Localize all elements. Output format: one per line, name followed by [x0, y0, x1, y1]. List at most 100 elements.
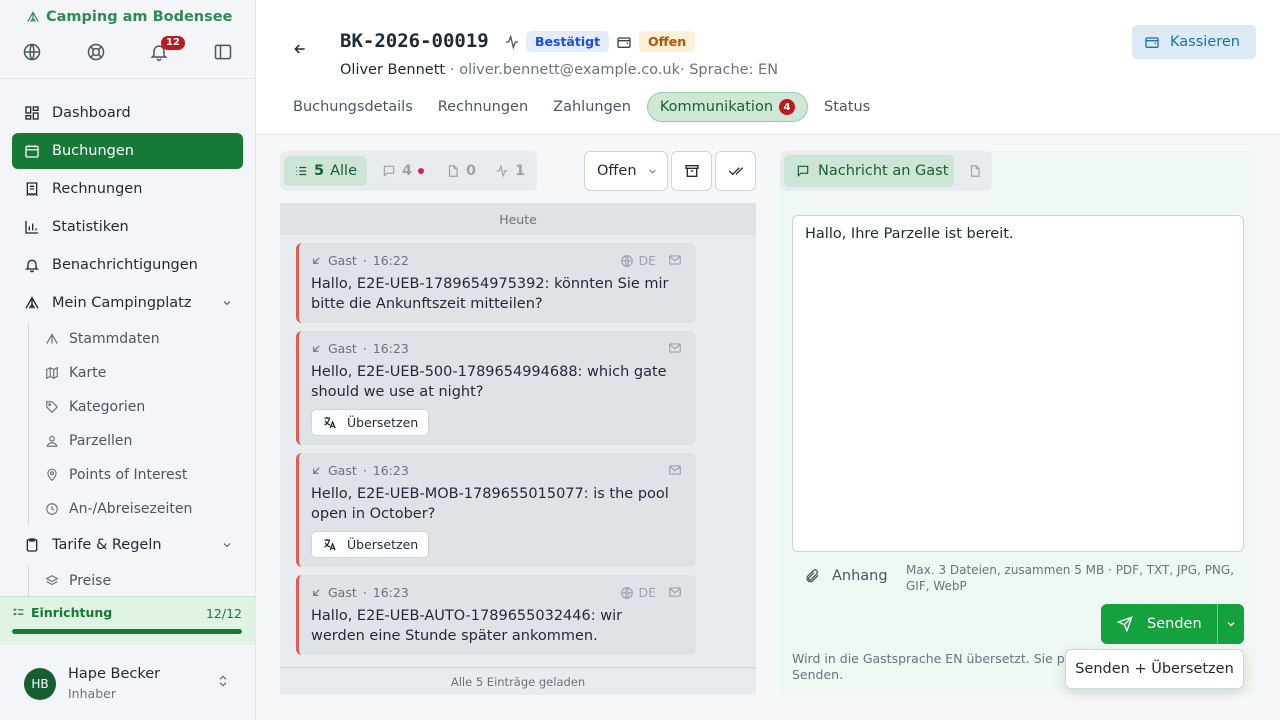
message-time: 16:23: [372, 463, 409, 478]
subnav-karte[interactable]: Karte: [29, 357, 243, 389]
incoming-arrow-icon: [311, 343, 322, 354]
activity-icon: [495, 164, 509, 178]
booking-header: BK-2026-00019 Bestätigt Offen Oliver Ben…: [256, 0, 1280, 135]
composer-tab-document[interactable]: [961, 155, 988, 187]
message-card[interactable]: Gast · 16:22 DE Hallo, E2E-UEB-1789654975…: [296, 243, 696, 323]
send-button-group: Senden: [1101, 604, 1244, 644]
subnav-label: An-/Abreisezeiten: [69, 501, 193, 517]
send-options-toggle[interactable]: [1217, 604, 1244, 644]
send-button[interactable]: Senden: [1101, 604, 1216, 644]
message-language: DE: [620, 253, 656, 268]
filter-all-count: 5: [314, 163, 325, 179]
message-textarea[interactable]: Hallo, Ihre Parzelle ist bereit.: [792, 215, 1244, 552]
message-card[interactable]: Gast · 16:23 Hello, E2E-UEB-500-178965499…: [296, 331, 696, 445]
receipt-icon: [24, 181, 40, 197]
message-meta: Gast · 16:22: [311, 253, 409, 268]
message-feed[interactable]: Heute Gast · 16:22 DE Hallo, E2E-UEB-1789…: [280, 203, 756, 695]
mark-all-read-button[interactable]: [715, 151, 756, 191]
filter-events[interactable]: 1: [485, 156, 535, 186]
attach-button[interactable]: Anhang: [804, 568, 888, 584]
archive-button[interactable]: [671, 151, 712, 191]
filter-messages-count: 4: [402, 163, 413, 179]
kassieren-button[interactable]: Kassieren: [1132, 25, 1256, 59]
nav-rechnungen[interactable]: Rechnungen: [12, 171, 243, 207]
map-icon: [45, 366, 59, 380]
nav-buchungen[interactable]: Buchungen: [12, 133, 243, 169]
subnav-label: Preise: [69, 573, 112, 589]
filter-messages[interactable]: 4: [372, 156, 434, 186]
user-menu[interactable]: HB Hape Becker Inhaber: [0, 643, 255, 720]
avatar: HB: [24, 668, 56, 700]
translate-label: Übersetzen: [347, 537, 419, 552]
unread-dot: [418, 168, 425, 174]
subnav-kategorien[interactable]: Kategorien: [29, 391, 243, 423]
translate-icon: [322, 415, 337, 430]
message-icon: [382, 164, 396, 178]
nav-label: Dashboard: [52, 105, 131, 121]
archive-icon: [684, 163, 700, 179]
dot-separator: ·: [362, 341, 367, 356]
message-sender: Gast: [328, 585, 357, 600]
message-card[interactable]: Gast · 16:23 DE Hallo, E2E-UEB-AUTO-17896…: [296, 575, 696, 655]
message-card[interactable]: Gast · 16:23 Hello, E2E-UEB-MOB-178965501…: [296, 453, 696, 567]
file-icon: [968, 164, 982, 178]
subnav-an-abreisezeiten[interactable]: An-/Abreisezeiten: [29, 493, 243, 525]
globe-icon[interactable]: [14, 34, 50, 70]
back-arrow-icon[interactable]: [292, 41, 308, 57]
subnav-points-of-interest[interactable]: Points of Interest: [29, 459, 243, 491]
calendar-icon: [24, 143, 40, 159]
tab-status[interactable]: Status: [815, 92, 879, 122]
campingplatz-subnav: Stammdaten Karte Kategorien Parzellen Po…: [28, 323, 243, 525]
translation-hint-line-1: Wird in die Gastsprache EN übersetzt. Si…: [792, 651, 1078, 666]
composer-tab-label: Nachricht an Gast: [818, 163, 949, 179]
nav-benachrichtigungen[interactable]: Benachrichtigungen: [12, 247, 243, 283]
nav-tarife-regeln[interactable]: Tarife & Regeln: [12, 527, 243, 563]
tab-rechnungen[interactable]: Rechnungen: [429, 92, 537, 122]
nav-statistiken[interactable]: Statistiken: [12, 209, 243, 245]
filter-all[interactable]: 5 Alle: [284, 156, 367, 186]
brand[interactable]: Camping am Bodensee: [26, 9, 232, 25]
subnav-label: Points of Interest: [69, 467, 188, 483]
message-language: DE: [620, 585, 656, 600]
guest-email[interactable]: · oliver.bennett@example.co.uk: [450, 62, 680, 78]
translate-button[interactable]: Übersetzen: [311, 531, 430, 558]
kassieren-label: Kassieren: [1170, 34, 1240, 50]
subnav-preise[interactable]: Preise: [29, 565, 243, 597]
main-nav: Dashboard Buchungen Rechnungen Statistik…: [12, 95, 243, 599]
payment-status-badge: Offen: [639, 31, 696, 52]
send-translate-menu-item[interactable]: Senden + Übersetzen: [1065, 649, 1244, 689]
status-filter-select[interactable]: Offen: [584, 151, 668, 191]
nav-mein-campingplatz[interactable]: Mein Campingplatz: [12, 285, 243, 321]
setup-progress-fill: [12, 629, 242, 634]
translation-hint-line-2: Senden.: [792, 667, 844, 682]
tag-icon: [45, 400, 59, 414]
bell-icon[interactable]: 12: [141, 34, 185, 70]
attach-label: Anhang: [832, 568, 888, 584]
setup-label: Einrichtung: [31, 605, 113, 620]
sidebar-toggle-icon[interactable]: [205, 34, 241, 70]
feed-filter-bar: 5 Alle 4 0 1: [280, 151, 537, 191]
subnav-stammdaten[interactable]: Stammdaten: [29, 323, 243, 355]
mail-icon: [668, 341, 682, 355]
tab-zahlungen[interactable]: Zahlungen: [544, 92, 640, 122]
tab-buchungsdetails[interactable]: Buchungsdetails: [284, 92, 422, 122]
setup-progress[interactable]: Einrichtung 12/12: [0, 596, 255, 642]
tab-kommunikation[interactable]: Kommunikation 4: [646, 92, 809, 122]
brand-name: Camping am Bodensee: [46, 9, 233, 25]
dot-separator: ·: [362, 253, 367, 268]
help-lifebuoy-icon[interactable]: [78, 34, 114, 70]
nav-label: Tarife & Regeln: [52, 537, 162, 553]
subnav-parzellen[interactable]: Parzellen: [29, 425, 243, 457]
composer-tab-message[interactable]: Nachricht an Gast: [784, 155, 954, 187]
nav-label: Buchungen: [52, 143, 134, 159]
nav-dashboard[interactable]: Dashboard: [12, 95, 243, 131]
tab-label: Rechnungen: [437, 99, 529, 115]
translate-icon: [322, 537, 337, 552]
filter-documents[interactable]: 0: [436, 156, 486, 186]
translate-button[interactable]: Übersetzen: [311, 409, 430, 436]
nav-label: Benachrichtigungen: [52, 257, 198, 273]
dashboard-icon: [24, 105, 40, 121]
nav-label: Mein Campingplatz: [52, 295, 192, 311]
translation-hint: Wird in die Gastsprache EN übersetzt. Si…: [792, 651, 1082, 683]
message-text: Hallo, E2E-UEB-1789654975392: könnten Si…: [311, 276, 669, 312]
